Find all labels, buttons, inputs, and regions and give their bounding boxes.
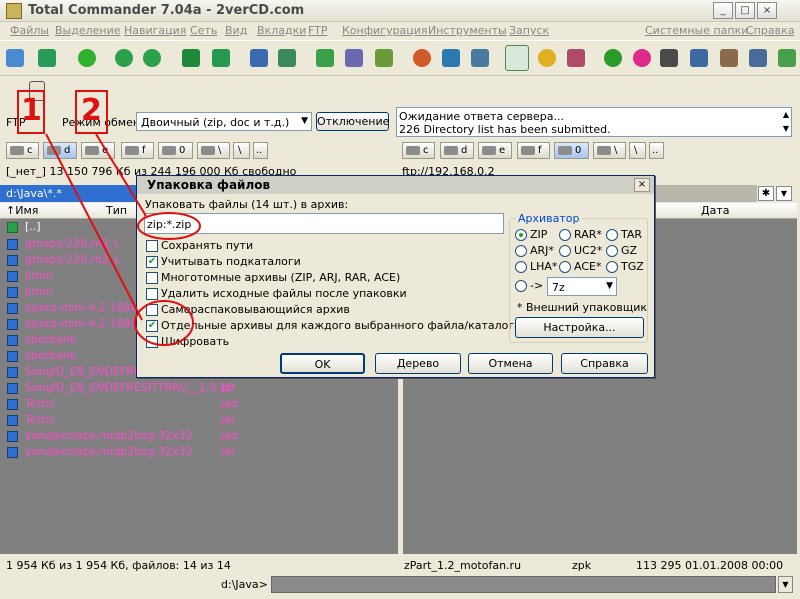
annotation-lines [45,133,201,346]
